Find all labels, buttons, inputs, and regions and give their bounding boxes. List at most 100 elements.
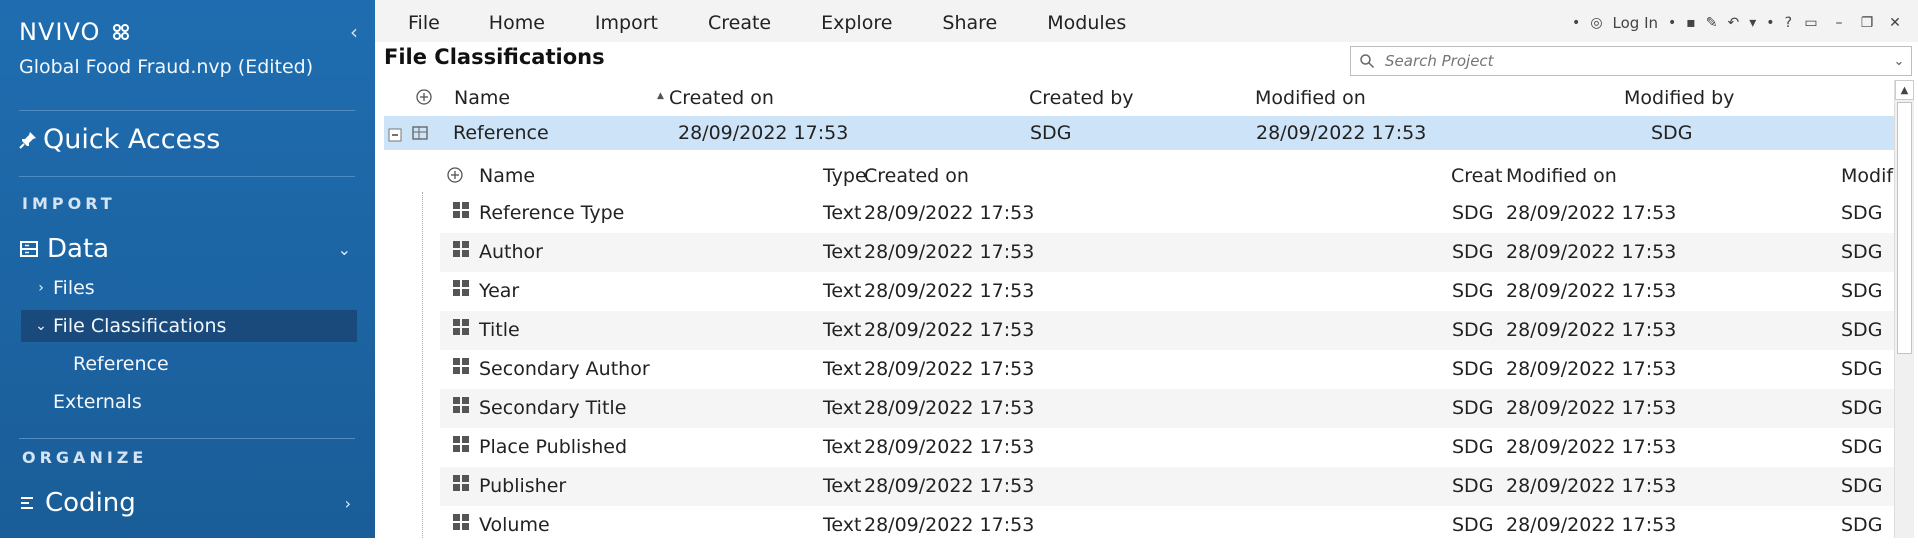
attr-modified-on: 28/09/2022 17:53 [1506, 436, 1677, 458]
scroll-thumb[interactable] [1897, 102, 1912, 354]
attr-name: Author [479, 241, 543, 263]
attr-name: Place Published [479, 436, 628, 458]
undo-icon[interactable]: ↶ [1728, 15, 1740, 31]
divider [19, 438, 355, 439]
column-header-modified-by[interactable]: Modified by [1624, 87, 1734, 109]
attr-created-on: 28/09/2022 17:53 [864, 397, 1035, 419]
sidebar: NVIVO ‹ Global Food Fraud.nvp (Edited) Q… [0, 0, 375, 538]
row-modified-on: 28/09/2022 17:53 [1256, 122, 1427, 144]
edit-icon[interactable]: ✎ [1706, 15, 1718, 31]
menu-share[interactable]: Share [942, 12, 997, 34]
attr-type: Text [823, 241, 862, 263]
restore-icon[interactable]: ❐ [1858, 15, 1876, 31]
attr-created-on: 28/09/2022 17:53 [864, 436, 1035, 458]
list-item[interactable]: Secondary Title Text 28/09/2022 17:53 SD… [440, 389, 1894, 428]
data-icon [20, 241, 38, 257]
attr-created-by: SDG [1452, 514, 1494, 536]
menu-file[interactable]: File [408, 12, 440, 34]
comment-icon[interactable]: ▭ [1802, 15, 1820, 31]
list-item[interactable]: Title Text 28/09/2022 17:53 SDG 28/09/20… [440, 311, 1894, 350]
close-icon[interactable]: ✕ [1886, 15, 1904, 31]
attr-name: Secondary Author [479, 358, 650, 380]
separator-dot: • [1668, 15, 1677, 31]
menu-modules[interactable]: Modules [1047, 12, 1126, 34]
chevron-down-icon: ⌄ [35, 318, 47, 334]
quick-access[interactable]: Quick Access [19, 124, 220, 155]
column-header-created-by[interactable]: Created by [1029, 87, 1134, 109]
app-logo: NVIVO [19, 18, 131, 46]
minimize-icon[interactable]: – [1830, 15, 1848, 31]
list-item[interactable]: Place Published Text 28/09/2022 17:53 SD… [440, 428, 1894, 467]
nav-coding-label: Coding [45, 488, 136, 518]
attr-modified-on: 28/09/2022 17:53 [1506, 319, 1677, 341]
file-classification-icon [412, 126, 428, 140]
attr-type: Text [823, 514, 862, 536]
sidebar-item-externals[interactable]: Externals [21, 386, 357, 418]
collapse-toggle-icon[interactable] [388, 125, 402, 147]
list-item[interactable]: Year Text 28/09/2022 17:53 SDG 28/09/202… [440, 272, 1894, 311]
nav-coding[interactable]: Coding › [19, 486, 355, 520]
chevron-down-icon[interactable]: ⌄ [1887, 54, 1911, 69]
list-item[interactable]: Volume Text 28/09/2022 17:53 SDG 28/09/2… [440, 506, 1894, 545]
search-input[interactable] [1385, 52, 1887, 70]
attr-name: Publisher [479, 475, 567, 497]
list-item[interactable]: Secondary Author Text 28/09/2022 17:53 S… [440, 350, 1894, 389]
column-header-name[interactable]: Name [479, 165, 535, 187]
table-row[interactable]: Reference 28/09/2022 17:53 SDG 28/09/202… [384, 116, 1894, 150]
row-name: Reference [453, 122, 549, 144]
menu-create[interactable]: Create [708, 12, 771, 34]
nav-data-label: Data [47, 234, 110, 264]
search-box[interactable]: ⌄ [1350, 46, 1912, 76]
list-item[interactable]: Publisher Text 28/09/2022 17:53 SDG 28/0… [440, 467, 1894, 506]
attr-type: Text [823, 358, 862, 380]
attr-name: Secondary Title [479, 397, 627, 419]
add-attribute-icon[interactable] [446, 166, 464, 189]
add-column-icon[interactable] [415, 88, 433, 111]
search-icon [1360, 54, 1375, 69]
collapse-sidebar-button[interactable]: ‹ [350, 20, 358, 44]
column-header-modified-by[interactable]: Modif [1841, 165, 1893, 187]
menu-import[interactable]: Import [595, 12, 658, 34]
user-icon: ◎ [1590, 15, 1603, 31]
logo-mark-icon [112, 24, 129, 40]
menu-home[interactable]: Home [489, 12, 545, 34]
column-header-name[interactable]: Name [454, 87, 510, 109]
attr-created-on: 28/09/2022 17:53 [864, 280, 1035, 302]
customize-icon[interactable]: ▾ [1749, 15, 1756, 31]
sidebar-item-reference[interactable]: Reference [21, 348, 357, 380]
column-header-created-on[interactable]: Created on [864, 165, 969, 187]
attr-created-on: 28/09/2022 17:53 [864, 514, 1035, 536]
attribute-icon [453, 319, 469, 335]
nav-data[interactable]: Data ⌄ [19, 232, 355, 266]
attr-modified-on: 28/09/2022 17:53 [1506, 202, 1677, 224]
attr-modified-on: 28/09/2022 17:53 [1506, 241, 1677, 263]
attr-modified-by: SDG [1841, 280, 1883, 302]
column-header-type[interactable]: Type [823, 165, 867, 187]
login-button[interactable]: Log In [1613, 14, 1659, 32]
section-import: IMPORT [22, 194, 116, 213]
attribute-grid-header: Name Type Created on Creat Modified on M… [440, 158, 1894, 194]
menu-explore[interactable]: Explore [821, 12, 892, 34]
scroll-up-icon[interactable]: ▲ [1895, 80, 1914, 100]
attribute-icon [453, 280, 469, 296]
attr-created-by: SDG [1452, 436, 1494, 458]
save-icon[interactable]: ▪ [1686, 15, 1696, 31]
column-header-created-by[interactable]: Creat [1451, 165, 1502, 187]
column-header-modified-on[interactable]: Modified on [1255, 87, 1366, 109]
classification-grid: Name ▲ Created on Created by Modified on… [384, 80, 1894, 538]
separator-dot: • [1766, 15, 1775, 31]
list-item[interactable]: Author Text 28/09/2022 17:53 SDG 28/09/2… [440, 233, 1894, 272]
attr-modified-on: 28/09/2022 17:53 [1506, 280, 1677, 302]
attr-created-by: SDG [1452, 358, 1494, 380]
column-header-created-on[interactable]: Created on [669, 87, 774, 109]
divider [19, 110, 355, 111]
attribute-icon [453, 241, 469, 257]
help-button[interactable]: ? [1785, 15, 1792, 31]
sidebar-item-file-classifications[interactable]: ⌄ File Classifications [21, 310, 357, 342]
sidebar-item-label: Files [53, 277, 95, 299]
sidebar-item-files[interactable]: › Files [21, 272, 357, 304]
column-header-modified-on[interactable]: Modified on [1506, 165, 1617, 187]
vertical-scrollbar[interactable]: ▲ [1894, 80, 1914, 538]
attr-name: Volume [479, 514, 550, 536]
list-item[interactable]: Reference Type Text 28/09/2022 17:53 SDG… [440, 194, 1894, 233]
